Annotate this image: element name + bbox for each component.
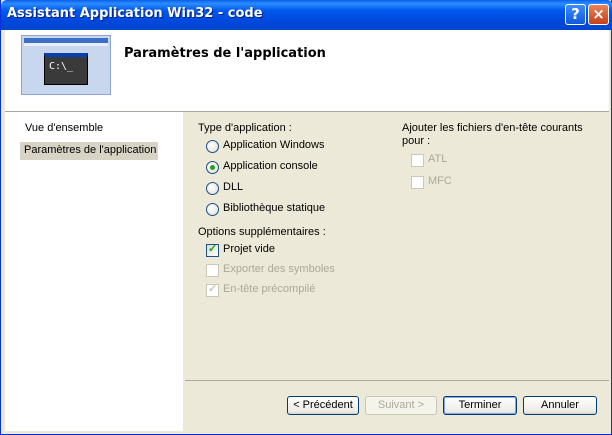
wizard-nav: Vue d'ensemble Paramètres de l'applicati… [5, 112, 183, 431]
checkbox-disabled: ✓ [206, 283, 219, 297]
radio-button-selected[interactable] [206, 161, 219, 174]
checkbox-disabled [206, 264, 219, 277]
radio-label: Application Windows [223, 139, 325, 151]
cancel-button[interactable]: Annuler [523, 396, 597, 415]
headers-label: Ajouter les fichiers d'en-tête courants [402, 122, 583, 134]
radio-button[interactable] [206, 203, 219, 216]
settings-panel: Type d'application : Application Windows… [185, 112, 609, 381]
checkbox-label: Projet vide [223, 243, 275, 255]
nav-item-overview[interactable]: Vue d'ensemble [21, 120, 107, 138]
wizard-window: Assistant Application Win32 - code ? × C… [0, 0, 612, 435]
checkbox[interactable]: ✓ [206, 243, 219, 257]
checkbox-label: Exporter des symboles [223, 263, 335, 275]
headers-label-cont: pour : [402, 135, 431, 147]
app-type-label: Type d'application : [198, 122, 292, 134]
console-prompt-icon: C:\_ [44, 53, 88, 85]
title-bar[interactable]: Assistant Application Win32 - code ? × [1, 0, 612, 30]
checkbox-label: En-tête précompilé [223, 283, 316, 295]
radio-button[interactable] [206, 182, 219, 195]
window-title: Assistant Application Win32 - code [7, 6, 263, 21]
radio-button[interactable] [206, 140, 219, 153]
console-app-banner-icon: C:\_ [21, 35, 111, 95]
wizard-header: C:\_ Paramètres de l'application [5, 30, 609, 112]
checkbox-label: MFC [428, 175, 452, 187]
previous-button[interactable]: < Précédent [287, 396, 359, 415]
radio-label: Application console [223, 160, 318, 172]
nav-item-app-settings[interactable]: Paramètres de l'application [20, 142, 158, 160]
checkbox-label: ATL [428, 153, 448, 165]
extra-options-label: Options supplémentaires : [198, 226, 326, 238]
radio-label: DLL [223, 181, 244, 193]
help-button[interactable]: ? [565, 4, 586, 25]
checkbox-disabled [411, 176, 424, 189]
page-title: Paramètres de l'application [124, 46, 326, 61]
next-button: Suivant > [365, 396, 437, 415]
check-mark-icon: ✓ [208, 283, 218, 295]
checkbox-disabled [411, 154, 424, 167]
finish-button[interactable]: Terminer [443, 396, 517, 415]
check-mark-icon: ✓ [208, 243, 218, 255]
mini-menubar [24, 43, 108, 46]
close-button[interactable]: × [588, 4, 609, 25]
radio-label: Bibliothèque statique [223, 202, 326, 214]
